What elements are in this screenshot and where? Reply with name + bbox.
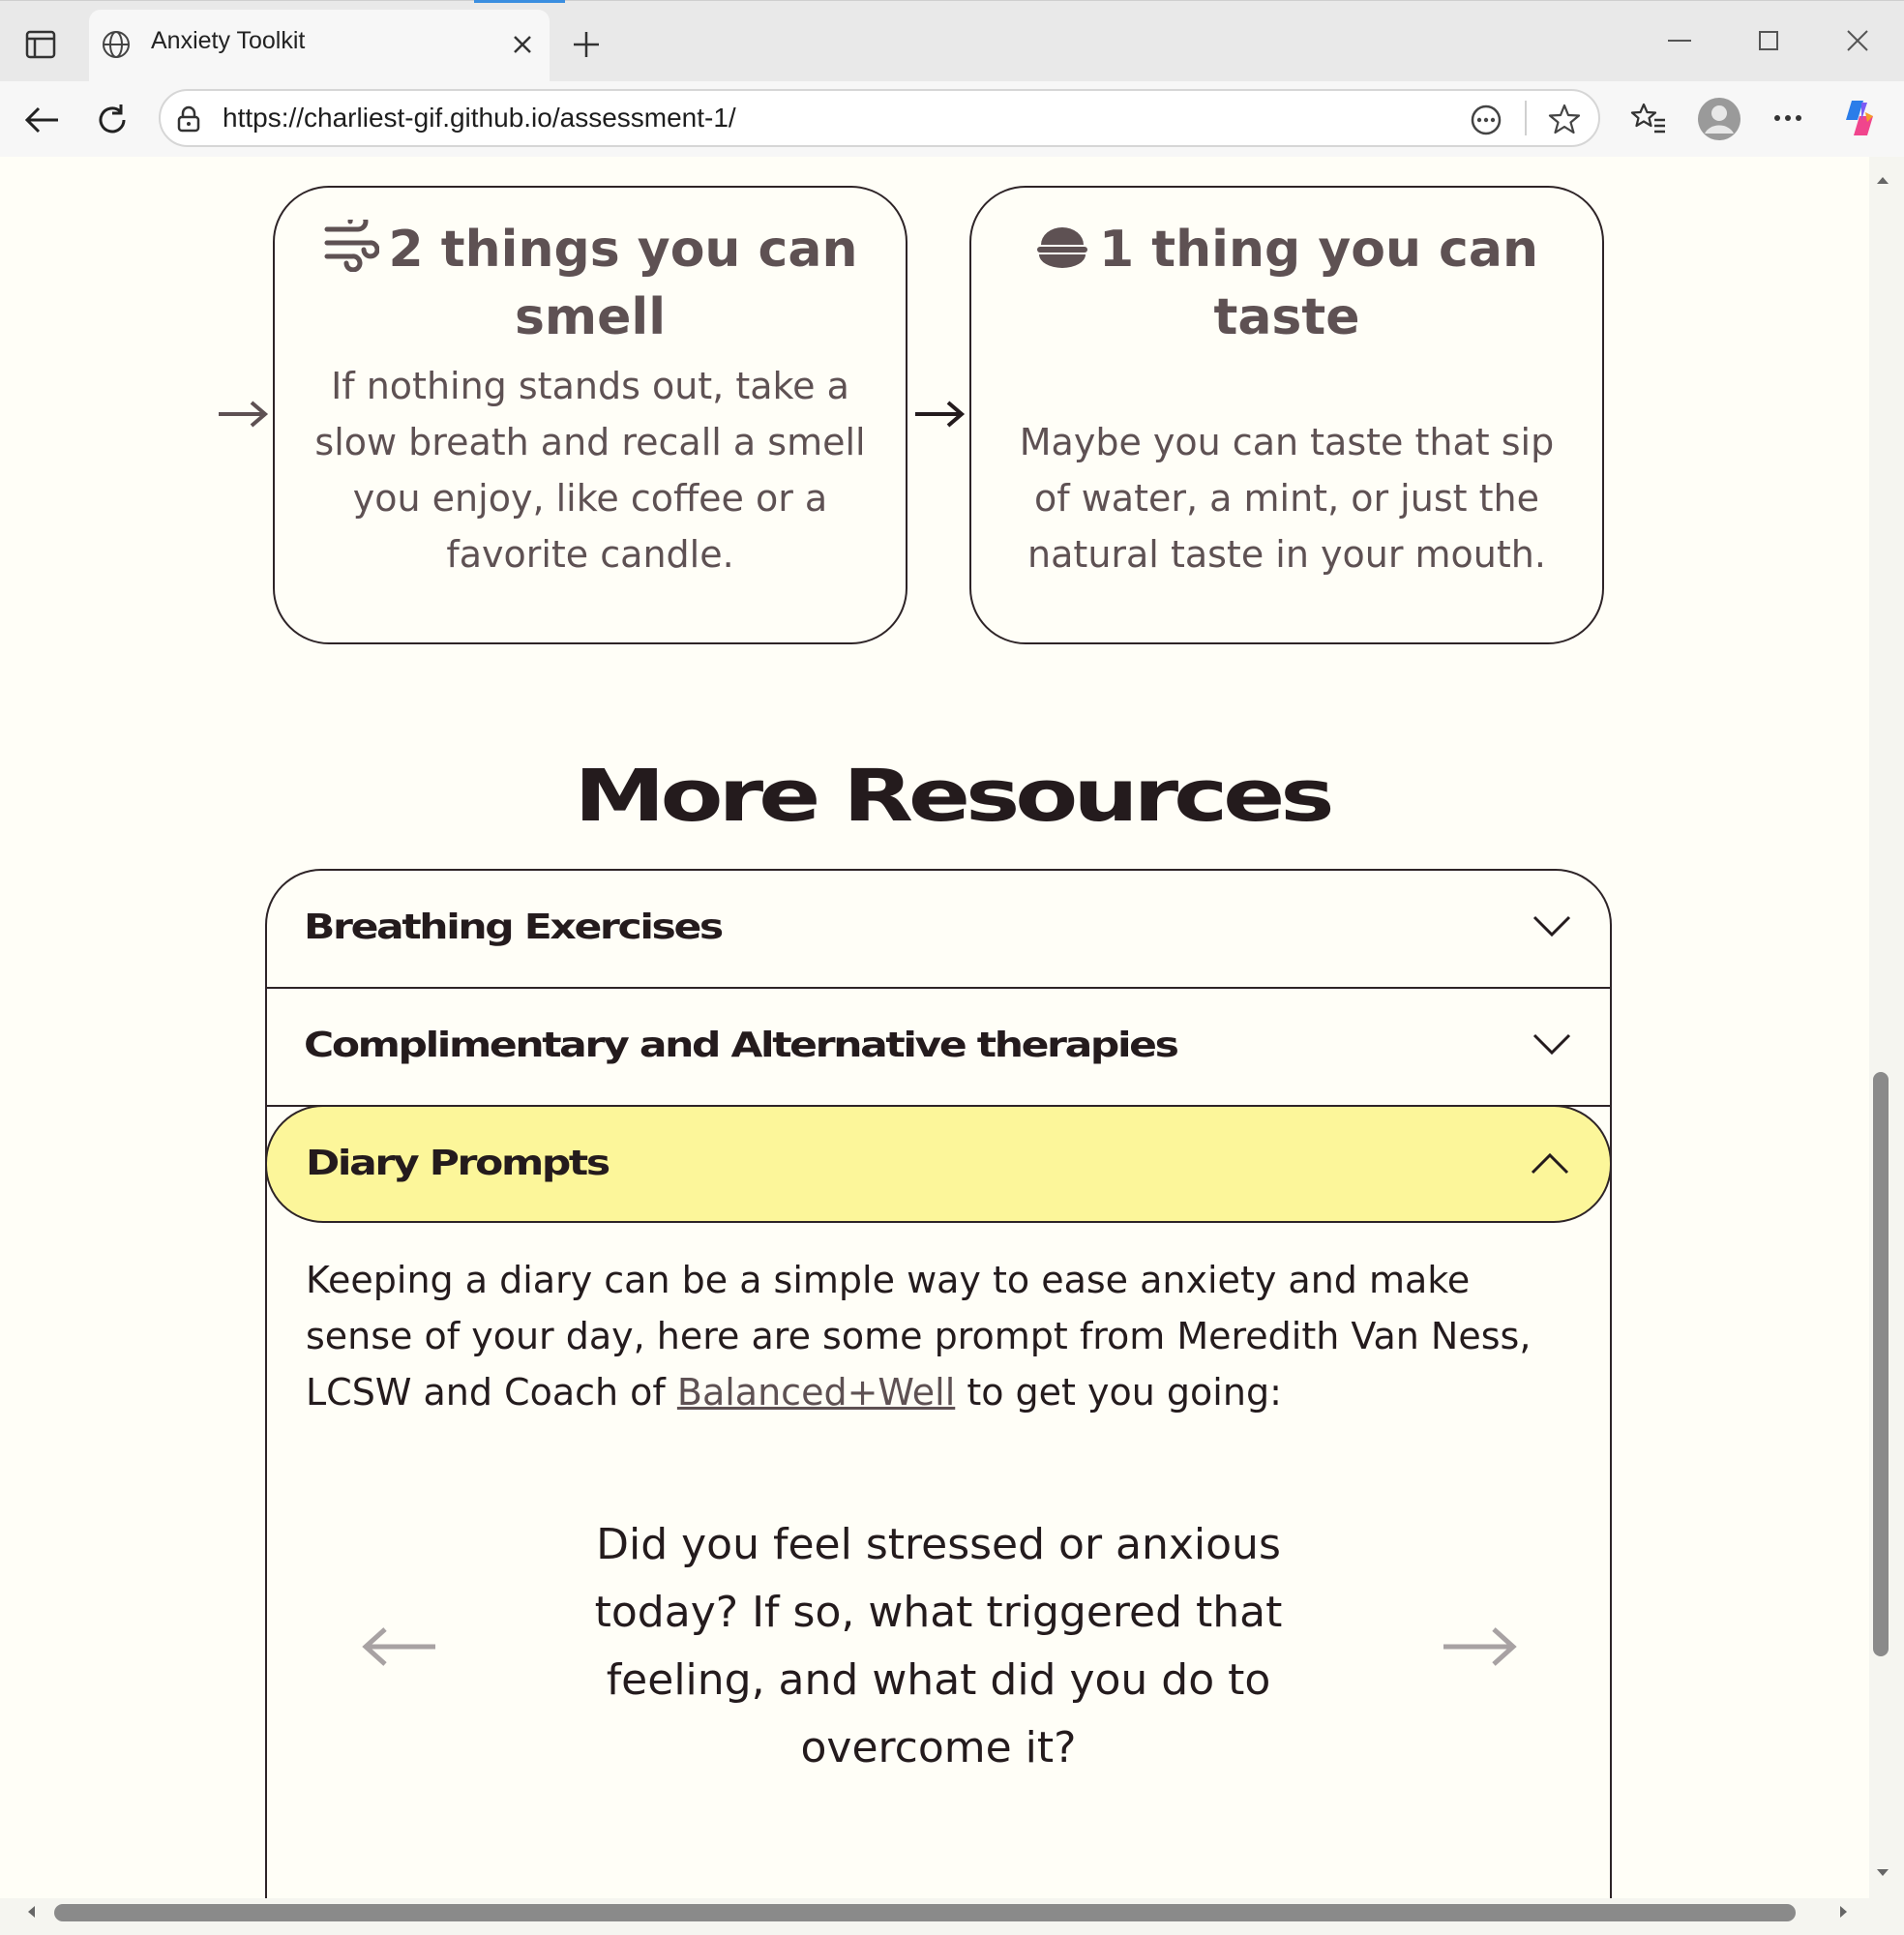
chevron-up-icon[interactable]	[1529, 1146, 1571, 1180]
globe-icon	[99, 27, 134, 62]
previous-prompt-arrow-icon[interactable]	[362, 1625, 439, 1668]
accordion-label-breathing: Breathing Exercises	[304, 908, 724, 947]
profile-avatar-icon[interactable]	[1695, 95, 1743, 143]
favorite-star-icon[interactable]	[1544, 99, 1585, 139]
url-text[interactable]: https://charliest-gif.github.io/assessme…	[223, 103, 736, 134]
accordion-item-diary[interactable]: Diary Prompts	[265, 1105, 1612, 1223]
reading-mode-icon[interactable]	[1467, 101, 1505, 139]
sidebar-toggle-icon[interactable]	[23, 27, 58, 62]
step-arrow-icon	[911, 397, 967, 432]
close-window-icon[interactable]	[1838, 23, 1877, 58]
new-tab-icon[interactable]	[567, 25, 606, 64]
taste-card: 1 thing you can taste Maybe you can tast…	[969, 186, 1604, 644]
more-options-icon[interactable]	[1767, 99, 1809, 137]
maximize-icon[interactable]	[1749, 23, 1788, 58]
scroll-right-arrow-icon[interactable]	[1834, 1900, 1854, 1923]
address-separator	[1525, 101, 1527, 135]
diary-intro: Keeping a diary can be a simple way to e…	[306, 1252, 1563, 1420]
horizontal-scrollbar-thumb[interactable]	[54, 1904, 1796, 1921]
accordion-label-diary: Diary Prompts	[306, 1144, 610, 1183]
balanced-well-link[interactable]: Balanced+Well	[677, 1371, 955, 1414]
chevron-down-icon[interactable]	[1531, 909, 1573, 944]
accordion-item-breathing[interactable]: Breathing Exercises	[265, 871, 1612, 987]
refresh-icon[interactable]	[91, 99, 134, 141]
scroll-up-arrow-icon[interactable]	[1873, 170, 1892, 190]
smell-card: 2 things you can smell If nothing stands…	[273, 186, 907, 644]
tab-strip-border	[0, 0, 1904, 1]
back-arrow-icon[interactable]	[19, 99, 64, 141]
minimize-icon[interactable]	[1660, 23, 1699, 58]
taste-card-body: Maybe you can taste that sip of water, a…	[1019, 421, 1555, 576]
more-resources-heading: More Resources	[574, 755, 1334, 838]
browser-tab-bar: Anxiety Toolkit	[0, 0, 1904, 81]
site-info-lock-icon[interactable]	[172, 103, 205, 135]
chevron-down-icon[interactable]	[1531, 1027, 1573, 1062]
vertical-scrollbar-thumb[interactable]	[1873, 1072, 1889, 1656]
tab-title: Anxiety Toolkit	[151, 27, 306, 54]
smell-card-title-text: 2 things you can smell	[388, 221, 858, 346]
next-prompt-arrow-icon[interactable]	[1440, 1625, 1517, 1668]
copilot-icon[interactable]	[1836, 95, 1883, 141]
diary-intro-text-end: to get you going:	[955, 1371, 1282, 1414]
scroll-down-arrow-icon[interactable]	[1873, 1863, 1892, 1883]
diary-prompt-text: Did you feel stressed or anxious today? …	[594, 1520, 1283, 1772]
tab-strip-accent	[474, 0, 565, 3]
accordion-label-therapies: Complimentary and Alternative therapies	[304, 1026, 1179, 1065]
taste-card-title: 1 thing you can taste	[1000, 219, 1573, 348]
smell-card-title: 2 things you can smell	[304, 211, 877, 348]
taste-card-title-text: 1 thing you can taste	[1098, 221, 1538, 346]
bowl-icon	[1035, 223, 1089, 286]
wind-icon	[323, 211, 379, 286]
accordion-item-therapies[interactable]: Complimentary and Alternative therapies	[265, 989, 1612, 1105]
step-arrow-left-icon	[215, 397, 271, 432]
favorites-list-icon[interactable]	[1627, 97, 1670, 139]
scroll-left-arrow-icon[interactable]	[21, 1900, 41, 1923]
close-tab-icon[interactable]	[507, 29, 538, 60]
smell-card-body: If nothing stands out, take a slow breat…	[314, 365, 866, 576]
